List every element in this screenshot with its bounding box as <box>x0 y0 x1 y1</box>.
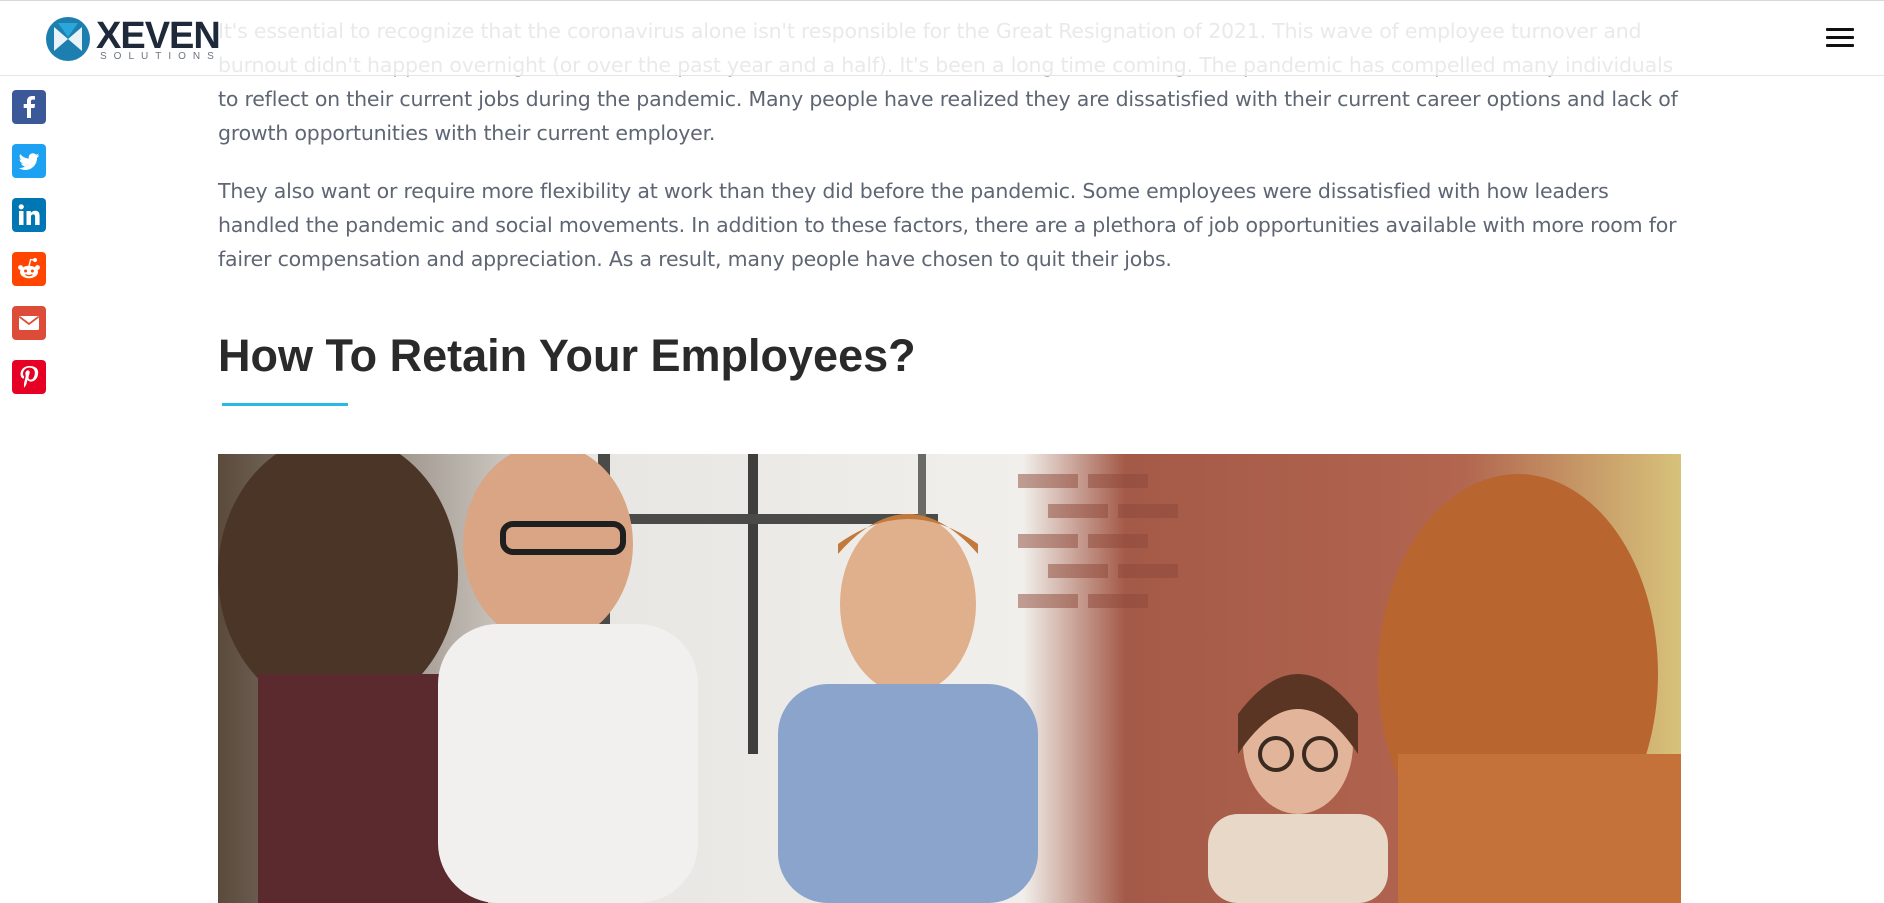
email-share-button[interactable] <box>12 306 46 340</box>
linkedin-icon <box>12 198 46 232</box>
facebook-share-button[interactable] <box>12 90 46 124</box>
pinterest-share-button[interactable] <box>12 360 46 394</box>
hamburger-menu-icon[interactable] <box>1826 28 1854 50</box>
article-paragraph: They also want or require more flexibili… <box>218 179 1677 271</box>
heading-underline <box>222 403 348 406</box>
logo-tagline: SOLUTIONS <box>100 51 221 62</box>
reddit-icon <box>12 252 46 286</box>
site-header: XEVEN SOLUTIONS <box>0 0 1884 76</box>
facebook-icon <box>12 90 46 124</box>
social-share-rail <box>12 90 48 414</box>
email-icon <box>12 306 46 340</box>
logo[interactable]: XEVEN SOLUTIONS <box>44 15 221 63</box>
twitter-share-button[interactable] <box>12 144 46 178</box>
linkedin-share-button[interactable] <box>12 198 46 232</box>
twitter-icon <box>12 144 46 178</box>
logo-wordmark: XEVEN <box>96 15 221 57</box>
article-image <box>218 454 1681 903</box>
reddit-share-button[interactable] <box>12 252 46 286</box>
logo-icon <box>46 17 90 61</box>
pinterest-icon <box>12 360 46 394</box>
section-heading: How To Retain Your Employees? <box>218 330 916 381</box>
